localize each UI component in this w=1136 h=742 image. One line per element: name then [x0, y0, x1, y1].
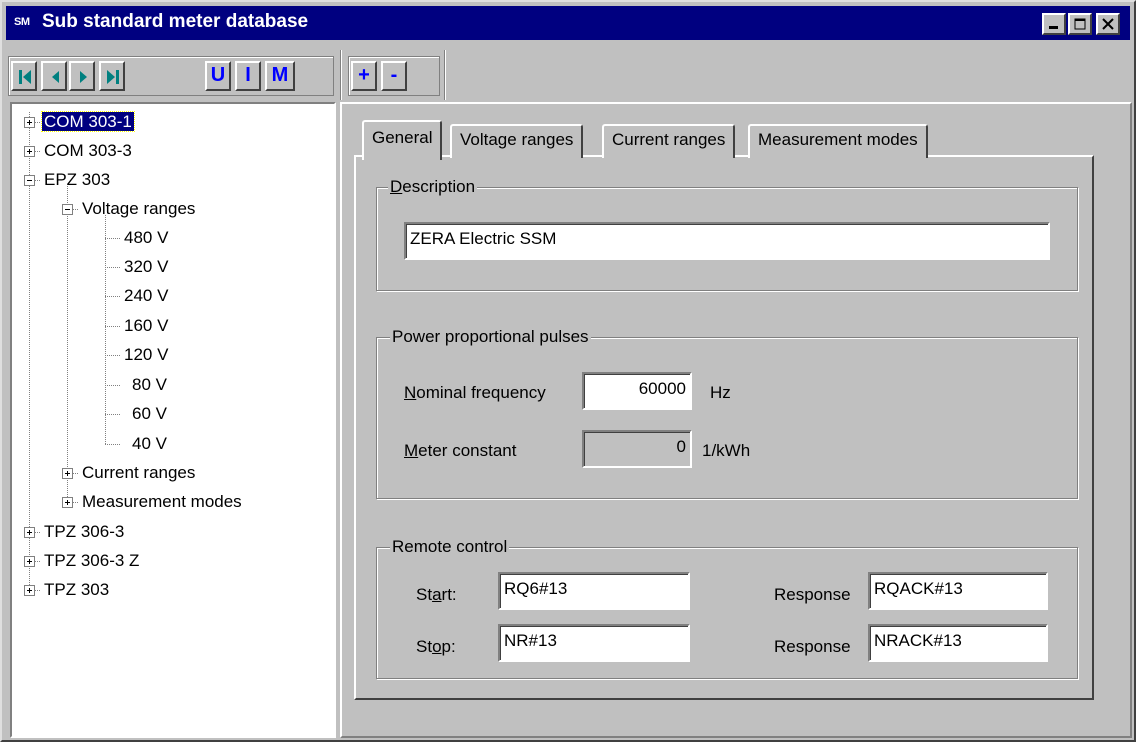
- i-button[interactable]: I: [235, 61, 261, 91]
- meter-constant-unit: 1/kWh: [702, 441, 751, 460]
- expand-icon[interactable]: [24, 146, 35, 157]
- pulses-legend: Power proportional pulses: [390, 327, 591, 347]
- collapse-icon[interactable]: [24, 175, 35, 186]
- toolbar-separator: [444, 50, 446, 100]
- expand-icon[interactable]: [24, 117, 35, 128]
- tree-node-com-303-3[interactable]: COM 303-3: [42, 138, 134, 164]
- window-title: Sub standard meter database: [42, 11, 309, 32]
- tab-measurement-modes[interactable]: Measurement modes: [748, 124, 928, 158]
- expand-icon[interactable]: [24, 527, 35, 538]
- tab-general[interactable]: General: [362, 120, 443, 160]
- close-button[interactable]: [1096, 13, 1120, 35]
- nominal-frequency-field[interactable]: 60000: [582, 372, 692, 410]
- start-response-field[interactable]: RQACK#13: [868, 572, 1048, 610]
- expand-icon[interactable]: [24, 556, 35, 567]
- maximize-button[interactable]: [1068, 13, 1092, 35]
- tree-node-tpz-306-3[interactable]: TPZ 306-3: [42, 519, 126, 545]
- last-record-button[interactable]: [99, 61, 125, 91]
- expand-icon[interactable]: [62, 468, 73, 479]
- last-record-icon: [107, 70, 119, 84]
- tree-node-com-303-1[interactable]: COM 303-1: [41, 109, 135, 135]
- minimize-button[interactable]: [1042, 13, 1066, 35]
- nominal-frequency-unit: Hz: [710, 383, 731, 402]
- tree-node-voltage[interactable]: 320 V: [122, 254, 170, 280]
- toolbar-panel-edit: + -: [348, 56, 440, 96]
- start-command-field[interactable]: RQ6#13: [498, 572, 690, 610]
- meter-constant-label: Meter constant: [404, 441, 517, 460]
- tree-node-voltage[interactable]: 480 V: [122, 225, 170, 251]
- remove-button[interactable]: -: [381, 61, 407, 91]
- start-response-label: Response: [774, 585, 851, 604]
- collapse-icon[interactable]: [62, 204, 73, 215]
- tree-node-measurement-modes[interactable]: Measurement modes: [80, 489, 244, 515]
- tree-node-voltage[interactable]: 120 V: [122, 342, 170, 368]
- toolbar-panel: U I M: [8, 56, 334, 96]
- tree-node-current-ranges[interactable]: Current ranges: [80, 460, 197, 486]
- tree-node-voltage[interactable]: 240 V: [122, 283, 170, 309]
- previous-record-icon: [52, 71, 59, 83]
- stop-response-label: Response: [774, 637, 851, 656]
- main-window: SM Sub standard meter database U I M + -…: [0, 0, 1136, 742]
- stop-response-field[interactable]: NRACK#13: [868, 624, 1048, 662]
- m-button[interactable]: M: [265, 61, 295, 91]
- remote-control-legend: Remote control: [390, 537, 510, 557]
- previous-record-button[interactable]: [41, 61, 67, 91]
- stop-label: Stop:: [416, 637, 456, 656]
- tree-node-epz-303[interactable]: EPZ 303: [42, 167, 112, 193]
- meter-constant-field: 0: [582, 430, 692, 468]
- maximize-icon: [1074, 18, 1086, 30]
- tree-node-voltage[interactable]: 60 V: [130, 401, 169, 427]
- description-field[interactable]: ZERA Electric SSM: [404, 222, 1050, 260]
- minimize-icon: [1049, 26, 1058, 29]
- expand-icon[interactable]: [24, 585, 35, 596]
- u-button[interactable]: U: [205, 61, 231, 91]
- toolbar-separator: [340, 50, 342, 100]
- tree-node-voltage[interactable]: 80 V: [130, 372, 169, 398]
- first-record-icon: [19, 70, 31, 84]
- add-button[interactable]: +: [351, 61, 377, 91]
- first-record-button[interactable]: [11, 61, 37, 91]
- pulses-group: [376, 337, 1078, 499]
- tab-current-ranges[interactable]: Current ranges: [602, 124, 736, 158]
- nominal-frequency-label: Nominal frequency: [404, 383, 546, 402]
- description-legend: Description: [388, 177, 478, 197]
- app-icon[interactable]: SM: [14, 16, 30, 28]
- tree-node-tpz-303[interactable]: TPZ 303: [42, 577, 111, 603]
- stop-command-field[interactable]: NR#13: [498, 624, 690, 662]
- tab-voltage-ranges[interactable]: Voltage ranges: [450, 124, 584, 158]
- close-icon: [1102, 18, 1114, 30]
- meter-tree[interactable]: COM 303-1 COM 303-3 EPZ 303 Voltage rang…: [10, 102, 336, 738]
- title-bar[interactable]: SM Sub standard meter database: [6, 6, 1130, 40]
- start-label: Start:: [416, 585, 457, 604]
- tree-node-voltage[interactable]: 160 V: [122, 313, 170, 339]
- next-record-button[interactable]: [69, 61, 95, 91]
- tree-node-voltage-ranges[interactable]: Voltage ranges: [80, 196, 197, 222]
- next-record-icon: [80, 71, 87, 83]
- tree-node-voltage[interactable]: 40 V: [130, 431, 169, 457]
- expand-icon[interactable]: [62, 497, 73, 508]
- tree-node-tpz-306-3-z[interactable]: TPZ 306-3 Z: [42, 548, 141, 574]
